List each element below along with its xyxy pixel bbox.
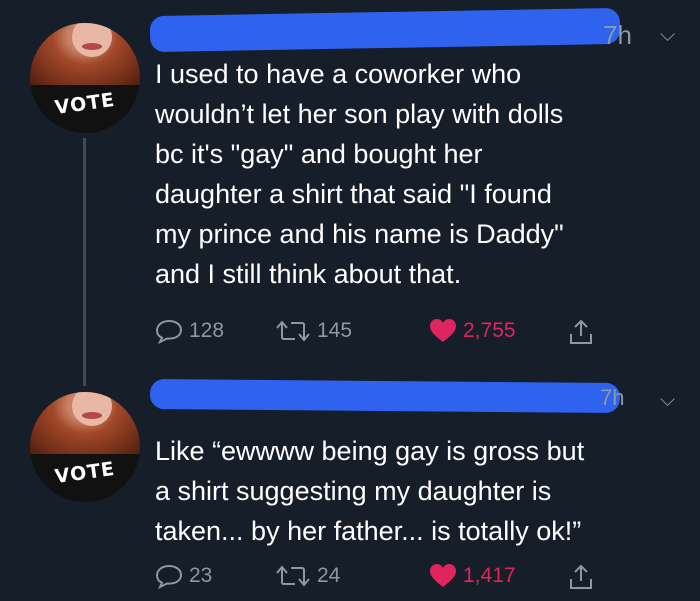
redacted-username (149, 378, 621, 414)
avatar-lips (82, 43, 102, 50)
retweet-button[interactable]: 24 (275, 563, 340, 589)
retweet-count: 145 (317, 319, 353, 342)
like-button[interactable]: 1,417 (429, 563, 516, 589)
share-icon (570, 319, 592, 344)
like-button[interactable]: 2,755 (429, 318, 516, 344)
tweet-2[interactable]: VOTE 7h ⌵ Like “ewwww being gay is gross… (0, 375, 700, 601)
tweet-timestamp[interactable]: 7h (603, 20, 632, 51)
reply-count: 128 (189, 319, 225, 342)
retweet-count: 24 (317, 564, 341, 587)
reply-icon (155, 319, 183, 344)
retweet-icon (276, 320, 310, 342)
like-count: 1,417 (463, 564, 516, 587)
share-button[interactable] (567, 563, 595, 591)
tweet-text: I used to have a coworker who wouldn’t l… (155, 59, 564, 289)
retweet-button[interactable]: 145 (275, 318, 352, 344)
tweet-text: Like “ewwww being gay is gross but a shi… (155, 436, 585, 546)
reply-count: 23 (189, 564, 213, 587)
chevron-down-icon[interactable]: ⌵ (660, 24, 675, 47)
like-count: 2,755 (463, 319, 516, 342)
avatar[interactable]: VOTE (30, 392, 140, 502)
share-icon (570, 564, 592, 589)
reply-button[interactable]: 128 (155, 318, 224, 344)
share-button[interactable] (567, 318, 595, 346)
heart-icon (430, 564, 456, 587)
thread-line (83, 138, 86, 386)
retweet-icon (276, 565, 310, 587)
reply-icon (155, 564, 183, 589)
redacted-username (149, 7, 621, 53)
avatar[interactable]: VOTE (30, 23, 140, 133)
chevron-down-icon[interactable]: ⌵ (660, 389, 675, 412)
avatar-lips (82, 412, 102, 419)
heart-icon (430, 319, 456, 342)
tweet-timestamp[interactable]: 7h (600, 385, 624, 411)
reply-button[interactable]: 23 (155, 563, 212, 589)
tweet-1[interactable]: VOTE 7h ⌵ I used to have a coworker who … (0, 0, 700, 386)
